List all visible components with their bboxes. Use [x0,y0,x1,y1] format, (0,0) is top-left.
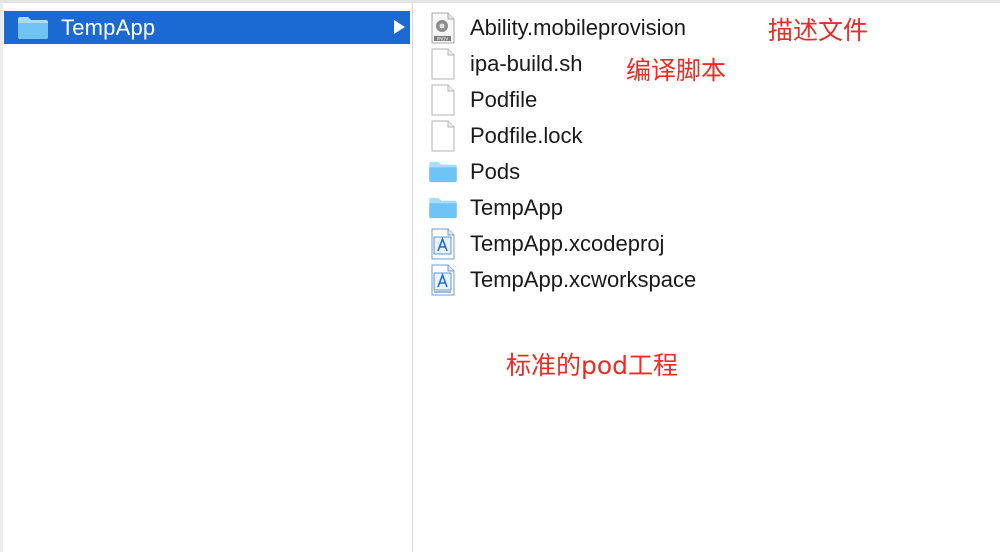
file-row[interactable]: PROV Ability.mobileprovision [428,10,686,46]
file-name: TempApp.xcworkspace [470,267,697,292]
xcode-workspace-icon [428,263,458,297]
file-name: ipa-build.sh [470,51,583,76]
annotation-provisioning-profile: 描述文件 [768,16,869,45]
file-row[interactable]: TempApp.xcworkspace [428,262,696,298]
file-row[interactable]: ipa-build.sh [428,46,583,82]
file-row[interactable]: Podfile.lock [428,118,583,154]
svg-text:PROV: PROV [437,36,449,41]
selected-folder-label: TempApp [61,14,156,40]
file-row[interactable]: TempApp [428,190,563,226]
chevron-right-icon [394,20,405,34]
document-icon [428,119,458,153]
folder-icon [428,155,458,189]
annotation-build-script: 编译脚本 [626,56,727,85]
file-row[interactable]: TempApp.xcodeproj [428,226,664,262]
provisioning-profile-icon: PROV [428,11,458,45]
selected-folder-row[interactable]: TempApp [4,11,410,44]
xcode-project-icon [428,227,458,261]
file-name: TempApp.xcodeproj [470,231,665,256]
finder-column-1[interactable] [3,3,412,552]
file-row[interactable]: Pods [428,154,520,190]
document-icon [428,83,458,117]
annotation-pod-project: 标准的pod工程 [506,351,679,380]
folder-icon [18,16,48,39]
file-name: Podfile [470,87,538,112]
document-icon [428,47,458,81]
file-name: Podfile.lock [470,123,583,148]
file-name: Pods [470,159,521,184]
file-name: Ability.mobileprovision [470,15,687,40]
finder-window: TempApp PROV Ability.mobileprovision ipa… [0,0,1000,552]
file-row[interactable]: Podfile [428,82,537,118]
folder-icon [428,191,458,225]
file-name: TempApp [470,195,563,220]
